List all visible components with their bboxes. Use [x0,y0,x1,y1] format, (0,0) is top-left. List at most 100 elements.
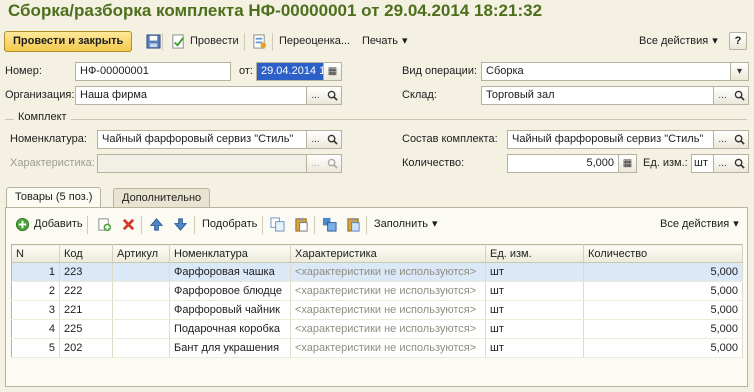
search-icon[interactable] [324,154,342,173]
row-unit: шт [485,262,584,282]
search-icon[interactable] [731,154,749,173]
operation-field[interactable]: Сборка [481,62,731,81]
select-unit-button[interactable]: ... [714,154,732,173]
paste-special-button[interactable] [341,214,366,235]
chevron-down-icon: ▾ [402,35,408,47]
move-up-button[interactable] [144,214,169,235]
column-header-n[interactable]: N [11,244,60,263]
row-quantity: 5,000 [583,300,743,320]
column-header-quantity[interactable]: Количество [583,244,743,263]
row-article [112,281,170,301]
toolbar-divider [272,33,273,51]
select-warehouse-button[interactable]: ... [714,86,732,105]
column-header-code[interactable]: Код [59,244,113,263]
composition-label: Состав комплекта: [402,133,498,145]
row-code: 221 [59,300,113,320]
characteristic-field[interactable] [97,154,307,173]
row-number: 1 [11,262,60,282]
paste-button[interactable] [289,214,314,235]
search-icon[interactable] [731,86,749,105]
unit-field[interactable]: шт [691,154,714,173]
column-header-nomenclature[interactable]: Номенклатура [169,244,291,263]
table-row[interactable]: 1 223 Фарфоровая чашка <характеристики н… [11,262,743,282]
copy-row-button[interactable] [92,214,117,235]
arrow-up-icon [149,218,164,231]
calculator-icon[interactable]: ▦ [619,154,637,173]
move-down-button[interactable] [168,214,193,235]
help-button[interactable]: ? [729,32,747,50]
tab-goods[interactable]: Товары (5 поз.) [6,187,102,208]
document-actions-button[interactable] [247,31,272,52]
table-row[interactable]: 2 222 Фарфоровое блюдце <характеристики … [11,281,743,301]
select-nomenclature-button[interactable]: ... [307,130,325,149]
goods-table[interactable]: N Код Артикул Номенклатура Характеристик… [11,244,743,358]
number-field[interactable]: НФ-00000001 [75,62,231,81]
calendar-icon[interactable]: ▦ [324,62,342,81]
tab-additional[interactable]: Дополнительно [113,188,211,208]
warehouse-field[interactable]: Торговый зал [481,86,714,105]
add-icon [15,217,30,232]
copy-button[interactable] [265,214,290,235]
table-row[interactable]: 4 225 Подарочная коробка <характеристики… [11,319,743,339]
search-icon[interactable] [731,130,749,149]
table-row[interactable]: 3 221 Фарфоровый чайник <характеристики … [11,300,743,320]
chevron-down-icon: ▾ [733,218,739,230]
toolbar-divider [194,216,195,234]
select-characteristic-button[interactable]: ... [307,154,325,173]
row-code: 222 [59,281,113,301]
row-quantity: 5,000 [583,262,743,282]
row-quantity: 5,000 [583,338,743,358]
pick-label: Подобрать [202,218,258,230]
multi-edit-button[interactable] [317,214,342,235]
column-header-article[interactable]: Артикул [112,244,170,263]
print-menu-button[interactable]: Печать ▾ [357,31,413,52]
fill-label: Заполнить [374,218,429,230]
row-quantity: 5,000 [583,281,743,301]
select-composition-button[interactable]: ... [714,130,732,149]
post-button[interactable]: Провести [166,31,244,52]
chevron-down-icon: ▾ [432,218,438,230]
all-actions-label: Все действия [639,35,709,47]
table-row[interactable]: 5 202 Бант для украшения <характеристики… [11,338,743,358]
search-icon[interactable] [324,130,342,149]
nomenclature-field[interactable]: Чайный фарфоровый сервиз "Стиль" [97,130,307,149]
row-code: 202 [59,338,113,358]
post-and-close-button[interactable]: Провести и закрыть [4,31,133,52]
select-organization-button[interactable]: ... [307,86,325,105]
all-actions-menu-button[interactable]: Все действия ▾ [634,31,723,52]
fill-menu-button[interactable]: Заполнить ▾ [369,214,443,235]
row-nomenclature: Фарфоровое блюдце [169,281,291,301]
row-quantity: 5,000 [583,319,743,339]
pick-button[interactable]: Подобрать [197,214,262,235]
row-code: 225 [59,319,113,339]
date-field[interactable]: 29.04.2014 1 [256,62,324,81]
table-header-row: N Код Артикул Номенклатура Характеристик… [11,244,743,263]
composition-field[interactable]: Чайный фарфоровый сервиз "Стиль" [507,130,714,149]
row-article [112,319,170,339]
delete-button[interactable] [116,214,141,235]
add-button[interactable]: Добавить [10,214,88,235]
organization-field[interactable]: Наша фирма [75,86,307,105]
row-unit: шт [485,338,584,358]
row-article [112,338,170,358]
document-actions-icon [253,34,267,49]
characteristic-label: Характеристика: [10,157,95,169]
toolbar-divider [314,216,315,234]
operation-label: Вид операции: [402,65,478,77]
copy-row-icon [98,218,112,232]
row-nomenclature: Бант для украшения [169,338,291,358]
arrow-down-icon [173,218,188,231]
grid-all-actions-button[interactable]: Все действия ▾ [655,214,744,235]
search-icon[interactable] [324,86,342,105]
quantity-field[interactable]: 5,000 [507,154,619,173]
multi-edit-icon [322,217,337,232]
search-icon [327,90,338,101]
revaluation-button[interactable]: Переоценка... [274,31,355,52]
unit-label: Ед. изм.: [643,157,688,169]
search-icon [734,158,745,169]
add-label: Добавить [34,218,83,230]
page-title: Сборка/разборка комплекта НФ-00000001 от… [8,1,543,20]
chevron-down-icon[interactable]: ▾ [731,62,749,81]
column-header-characteristic[interactable]: Характеристика [290,244,486,263]
column-header-unit[interactable]: Ед. изм. [485,244,584,263]
